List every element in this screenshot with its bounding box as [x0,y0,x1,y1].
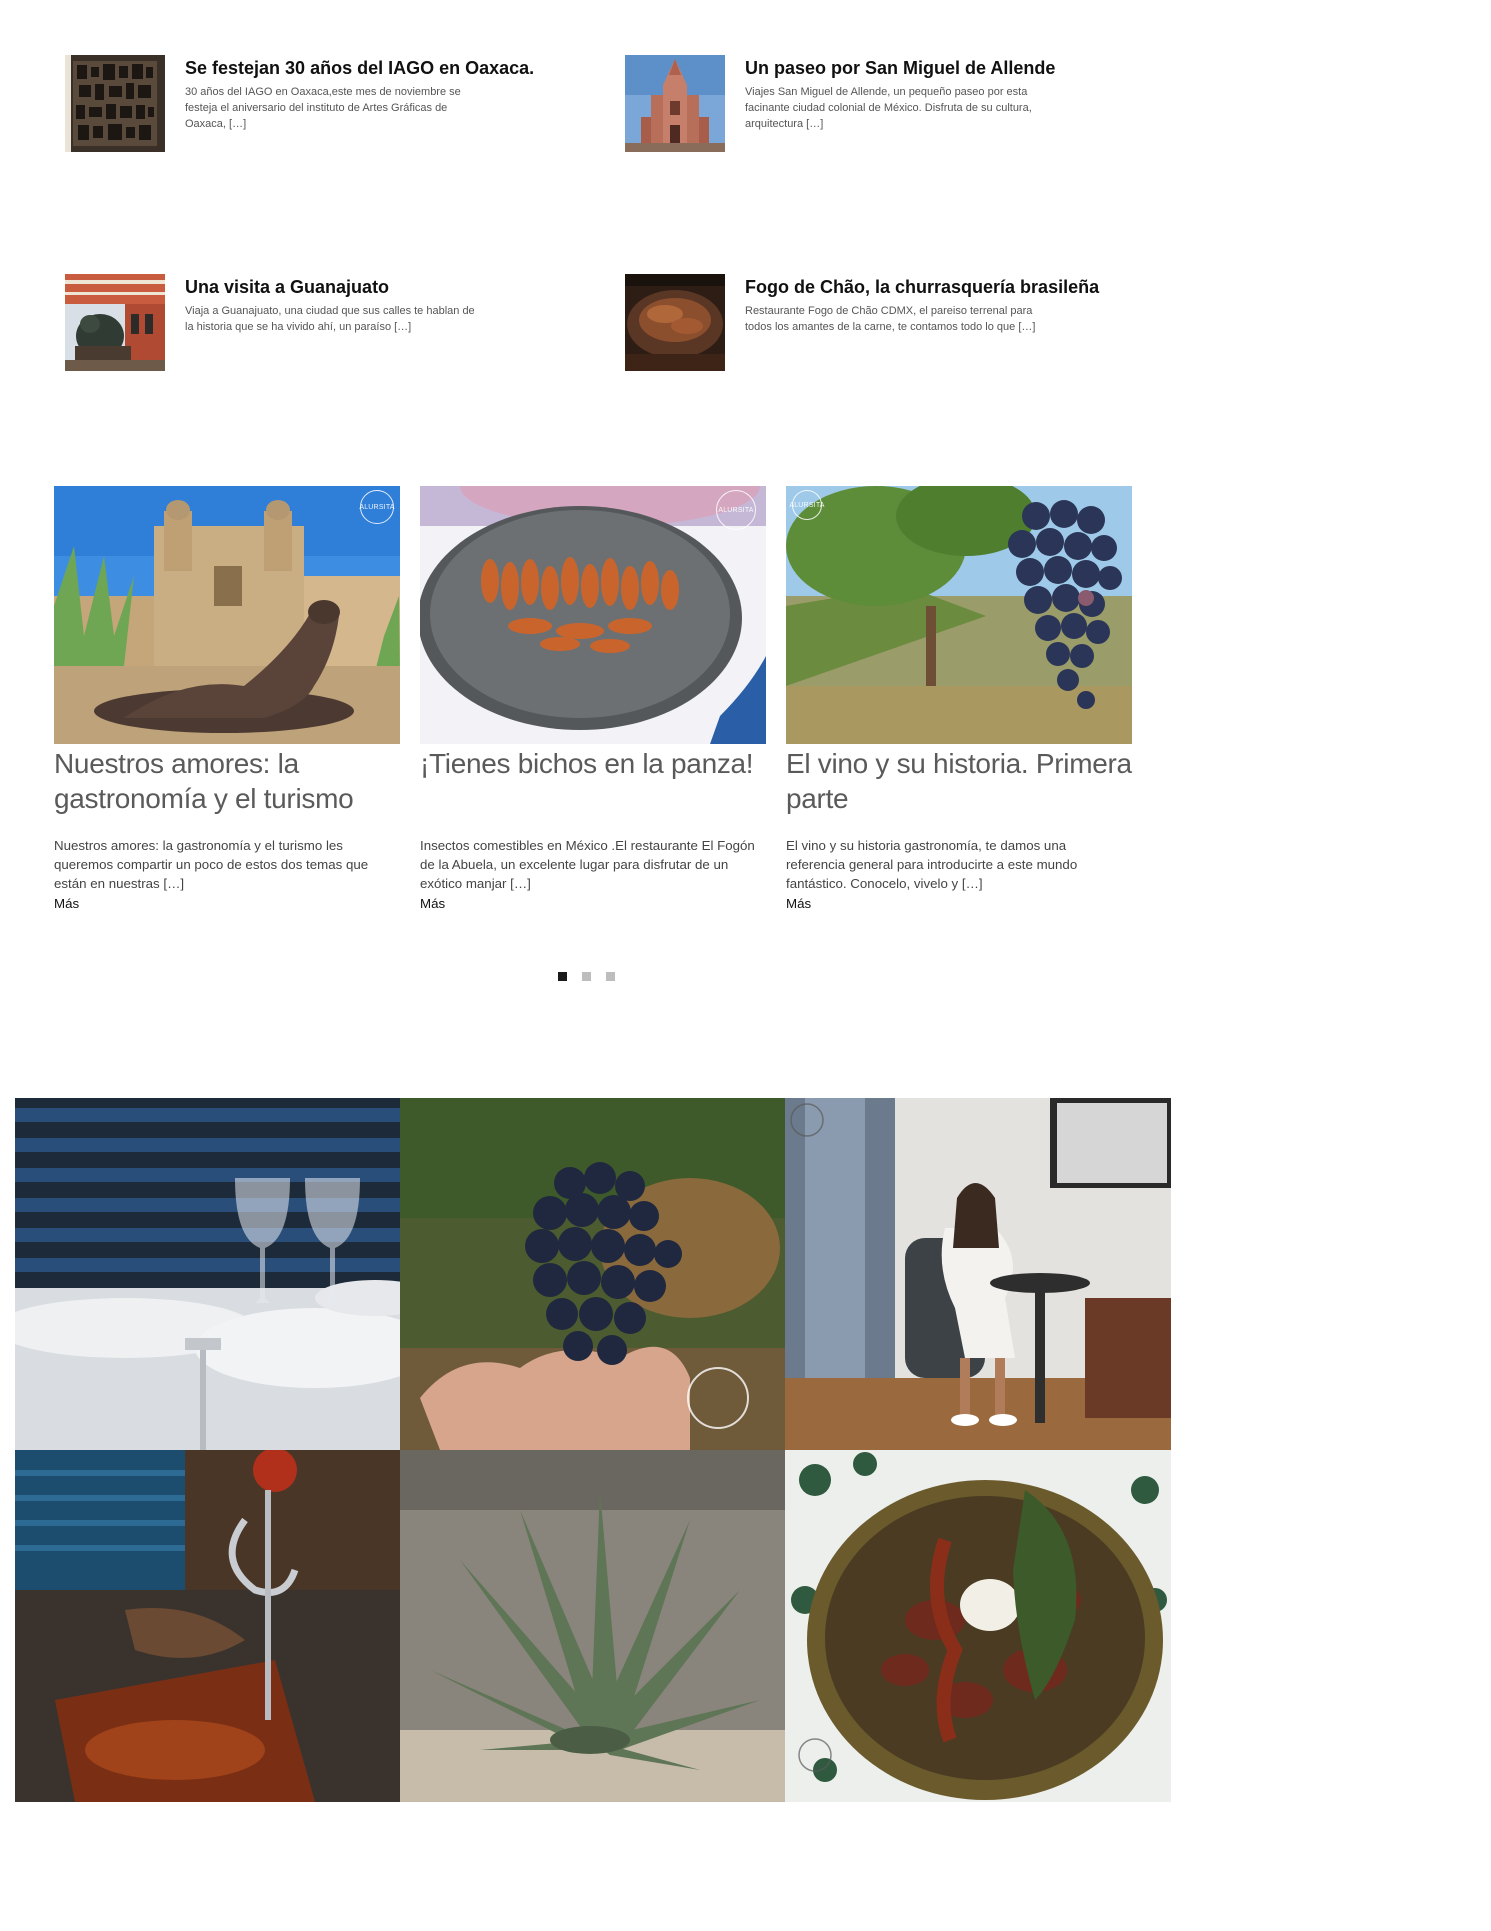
carousel-card[interactable]: ALURSITA ¡Tienes bichos en la panza! Ins… [420,486,766,913]
watermark-logo-icon: ALURSITA [359,490,394,524]
card-title[interactable]: Nuestros amores: la gastronomía y el tur… [54,746,400,816]
post-thumbnail-iago[interactable] [65,55,165,152]
card-image-vineyard[interactable]: ALURSITA [786,486,1132,744]
post-excerpt: 30 años del IAGO en Oaxaca,este mes de n… [185,86,461,130]
post-title[interactable]: Una visita a Guanajuato [185,274,595,300]
carousel-dot-2[interactable] [582,972,591,981]
post-thumbnail-fogo-de-chao[interactable] [625,274,725,371]
post-item[interactable]: Un paseo por San Miguel de Allende Viaje… [625,55,1155,195]
gallery-image-restaurant-ham[interactable] [15,1450,400,1802]
carousel-card[interactable]: ALURSITA Nuestros amores: la gastronomía… [54,486,400,913]
gallery-image-restaurant-table[interactable] [15,1098,400,1450]
post-item[interactable]: Se festejan 30 años del IAGO en Oaxaca. … [65,55,595,195]
watermark-logo-icon: ALURSITA [789,490,824,520]
post-title[interactable]: Se festejan 30 años del IAGO en Oaxaca. [185,55,595,81]
card-excerpt: El vino y su historia gastronomía, te da… [786,838,1078,891]
carousel-dot-3[interactable] [606,972,615,981]
card-image-oaxaca-dog[interactable]: ALURSITA [54,486,400,744]
post-excerpt: Viaja a Guanajuato, una ciudad que sus c… [185,305,475,333]
watermark-logo-icon: ALURSITA [716,490,756,530]
card-image-insects[interactable]: ALURSITA [420,486,766,744]
carousel-dot-1[interactable] [558,972,567,981]
card-more-link[interactable]: Más [54,895,400,913]
card-title[interactable]: El vino y su historia. Primera parte [786,746,1132,816]
gallery-image-agave-plant[interactable] [400,1450,785,1802]
gallery-image-woman-in-robe[interactable] [785,1098,1171,1450]
card-more-link[interactable]: Más [420,895,766,913]
post-title[interactable]: Un paseo por San Miguel de Allende [745,55,1155,81]
post-title[interactable]: Fogo de Chão, la churrasquería brasileña [745,274,1155,300]
card-excerpt: Insectos comestibles en México .El resta… [420,838,755,891]
card-title[interactable]: ¡Tienes bichos en la panza! [420,746,766,816]
gallery-image-food-bowl[interactable] [785,1450,1171,1802]
card-more-link[interactable]: Más [786,895,1132,913]
carousel-pagination [558,972,615,981]
photo-gallery [15,1098,1171,1802]
carousel-card[interactable]: ALURSITA El vino y su historia. Primera … [786,486,1132,913]
post-excerpt: Viajes San Miguel de Allende, un pequeño… [745,86,1032,130]
gallery-image-grapes-in-hand[interactable] [400,1098,785,1450]
post-item[interactable]: Una visita a Guanajuato Viaja a Guanajua… [65,274,595,414]
post-thumbnail-guanajuato[interactable] [65,274,165,371]
post-excerpt: Restaurante Fogo de Chão CDMX, el pareis… [745,305,1036,333]
post-thumbnail-san-miguel[interactable] [625,55,725,152]
card-excerpt: Nuestros amores: la gastronomía y el tur… [54,838,369,891]
post-item[interactable]: Fogo de Chão, la churrasquería brasileña… [625,274,1155,414]
